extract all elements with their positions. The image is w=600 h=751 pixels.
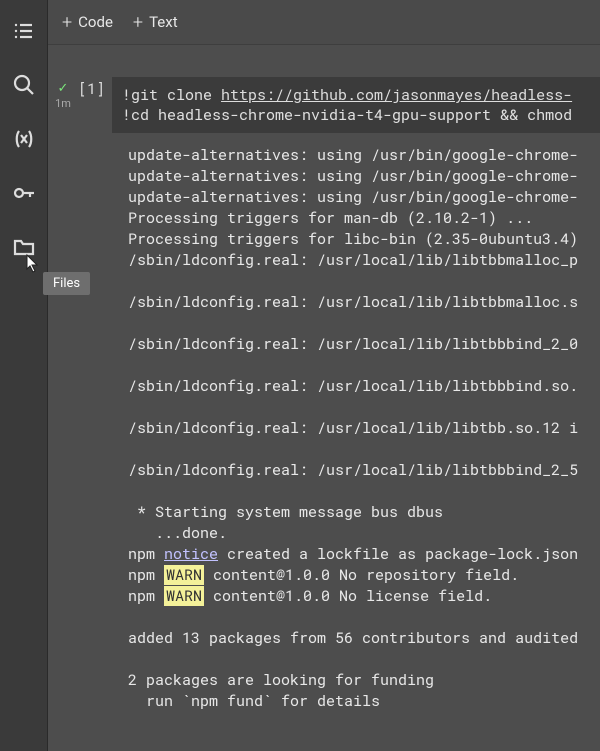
notebook-main: +Code +Text ✓ 1m [1] !git clone https://…: [48, 0, 600, 733]
search-icon[interactable]: [11, 72, 37, 98]
cell-output: update-alternatives: using /usr/bin/goog…: [48, 133, 600, 712]
code-editor[interactable]: !git clone https://github.com/jasonmayes…: [112, 77, 600, 133]
key-icon[interactable]: [11, 180, 37, 206]
add-text-button[interactable]: +Text: [133, 12, 178, 33]
prompt-number: [1]: [78, 77, 112, 133]
code-cell: ✓ 1m [1] !git clone https://github.com/j…: [48, 45, 600, 133]
toc-icon[interactable]: [11, 18, 37, 44]
files-tooltip: Files: [43, 272, 90, 295]
variables-icon[interactable]: [11, 126, 37, 152]
cursor-pointer-icon: [22, 253, 42, 275]
execution-time: 1m: [55, 97, 71, 110]
status-ok-icon: ✓: [58, 81, 69, 96]
cell-toolbar: +Code +Text: [48, 0, 600, 45]
cell-gutter[interactable]: ✓ 1m: [48, 77, 78, 133]
add-code-button[interactable]: +Code: [62, 12, 113, 33]
left-sidebar: [0, 0, 48, 751]
